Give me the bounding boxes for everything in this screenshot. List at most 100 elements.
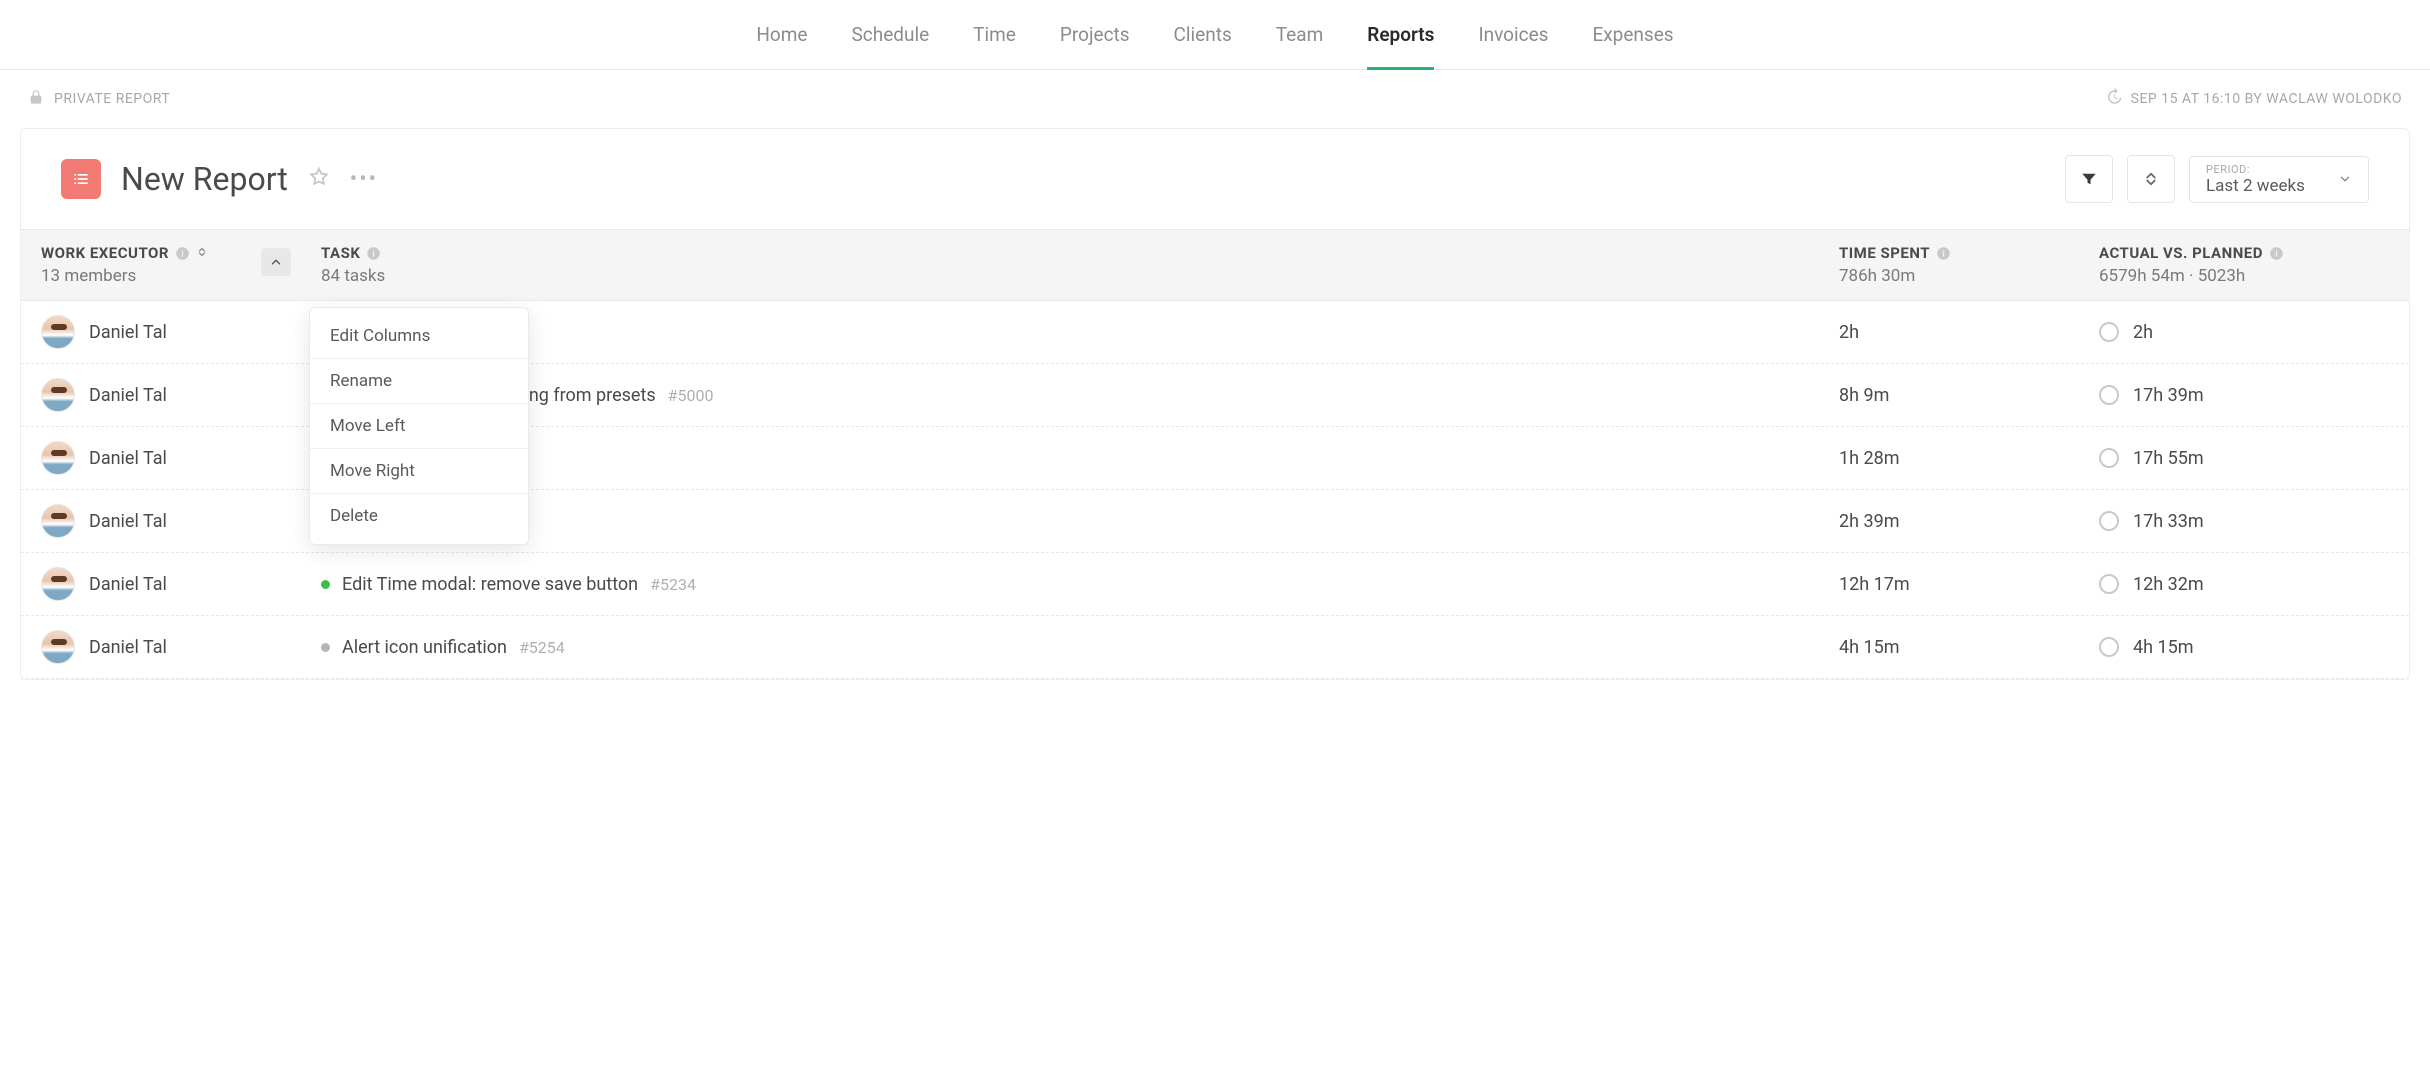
cell-actual-vs-planned: 2h (2099, 322, 2389, 343)
report-list-icon (61, 159, 101, 199)
info-icon (2269, 246, 2284, 261)
column-header-executor[interactable]: WORK EXECUTOR 13 members (41, 244, 321, 286)
avatar (41, 504, 75, 538)
meta-bar: PRIVATE REPORT SEP 15 AT 16:10 BY WACLAW… (0, 70, 2430, 128)
row-select-radio[interactable] (2099, 511, 2119, 531)
cell-executor: Daniel Tal (41, 441, 321, 475)
panel-header: New Report ••• PERIOD: Last 2 weeks (21, 129, 2409, 229)
actual-value: 2h (2133, 322, 2153, 343)
executor-name: Daniel Tal (89, 448, 167, 469)
column-label: WORK EXECUTOR (41, 244, 169, 262)
history-text: SEP 15 AT 16:10 BY WACLAW WOLODKO (2131, 91, 2402, 107)
cell-time-spent: 12h 17m (1839, 574, 2099, 595)
status-dot-icon (321, 643, 330, 652)
cell-time-spent: 1h 28m (1839, 448, 2099, 469)
nav-item-home[interactable]: Home (756, 0, 807, 70)
avatar (41, 567, 75, 601)
cell-time-spent: 4h 15m (1839, 637, 2099, 658)
cell-actual-vs-planned: 17h 33m (2099, 511, 2389, 532)
star-icon[interactable] (308, 166, 330, 192)
column-label: ACTUAL VS. PLANNED (2099, 244, 2263, 262)
executor-name: Daniel Tal (89, 637, 167, 658)
task-name: Alert icon unification (342, 637, 507, 658)
column-menu-item[interactable]: Delete (310, 494, 528, 538)
nav-item-schedule[interactable]: Schedule (852, 0, 930, 70)
cell-time-spent: 2h (1839, 322, 2099, 343)
avatar (41, 378, 75, 412)
cell-task: Alert icon unification #5254 (321, 637, 1839, 658)
info-icon (175, 246, 190, 261)
period-select[interactable]: PERIOD: Last 2 weeks (2189, 156, 2369, 203)
info-icon (1936, 246, 1951, 261)
actual-value: 4h 15m (2133, 637, 2194, 658)
cell-task: t 2#955 (321, 322, 1839, 343)
report-table: WORK EXECUTOR 13 members TASK 84 tasks (21, 229, 2409, 679)
column-menu-item[interactable]: Rename (310, 359, 528, 404)
actual-value: 17h 39m (2133, 385, 2204, 406)
actual-value: 17h 55m (2133, 448, 2204, 469)
cell-executor: Daniel Tal (41, 315, 321, 349)
table-header: WORK EXECUTOR 13 members TASK 84 tasks (21, 229, 2409, 301)
column-header-task[interactable]: TASK 84 tasks (321, 244, 1839, 286)
nav-item-clients[interactable]: Clients (1174, 0, 1232, 70)
task-id: #5000 (668, 386, 714, 405)
executor-name: Daniel Tal (89, 511, 167, 532)
row-select-radio[interactable] (2099, 322, 2119, 342)
column-header-time-spent[interactable]: TIME SPENT 786h 30m (1839, 244, 2099, 286)
cell-actual-vs-planned: 4h 15m (2099, 637, 2389, 658)
info-icon (366, 246, 381, 261)
row-select-radio[interactable] (2099, 637, 2119, 657)
column-menu-item[interactable]: Move Left (310, 404, 528, 449)
nav-item-reports[interactable]: Reports (1367, 0, 1434, 70)
cell-task: e columns#5036 (321, 448, 1839, 469)
actual-value: 17h 33m (2133, 511, 2204, 532)
executor-name: Daniel Tal (89, 385, 167, 406)
task-id: #5234 (650, 575, 696, 594)
sort-button[interactable] (2127, 155, 2175, 203)
task-id: #5254 (519, 638, 565, 657)
table-row[interactable]: Daniel Tal Alert icon unification #5254 4h … (21, 616, 2409, 679)
nav-item-team[interactable]: Team (1276, 0, 1324, 70)
avatar (41, 441, 75, 475)
column-header-actual-vs-planned[interactable]: ACTUAL VS. PLANNED 6579h 54m · 5023h (2099, 244, 2389, 286)
executor-name: Daniel Tal (89, 574, 167, 595)
avatar (41, 630, 75, 664)
column-label: TASK (321, 244, 360, 262)
task-name: Edit Time modal: remove save button (342, 574, 638, 595)
lock-icon (28, 89, 44, 109)
nav-item-invoices[interactable]: Invoices (1478, 0, 1548, 70)
cell-actual-vs-planned: 17h 55m (2099, 448, 2389, 469)
last-edited: SEP 15 AT 16:10 BY WACLAW WOLODKO (2105, 88, 2402, 110)
filter-button[interactable] (2065, 155, 2113, 203)
history-icon (2105, 88, 2123, 110)
column-menu-item[interactable]: Edit Columns (310, 314, 528, 359)
nav-item-projects[interactable]: Projects (1060, 0, 1130, 70)
column-summary: 6579h 54m · 5023h (2099, 266, 2389, 286)
privacy-label: PRIVATE REPORT (54, 91, 170, 107)
report-title: New Report (121, 160, 288, 198)
cell-executor: Daniel Tal (41, 567, 321, 601)
row-select-radio[interactable] (2099, 385, 2119, 405)
more-menu-icon[interactable]: ••• (350, 167, 378, 192)
column-summary: 84 tasks (321, 266, 1839, 286)
row-select-radio[interactable] (2099, 574, 2119, 594)
cell-time-spent: 2h 39m (1839, 511, 2099, 532)
cell-executor: Daniel Tal (41, 630, 321, 664)
cell-task: Edit Time modal: remove save button #5234 (321, 574, 1839, 595)
status-dot-icon (321, 580, 330, 589)
actual-value: 12h 32m (2133, 574, 2204, 595)
chevron-down-icon (2338, 172, 2352, 186)
period-label: PERIOD: (2206, 163, 2305, 176)
avatar (41, 315, 75, 349)
nav-item-expenses[interactable]: Expenses (1592, 0, 1673, 70)
table-row[interactable]: Daniel Tal Edit Time modal: remove save b… (21, 553, 2409, 616)
cell-executor: Daniel Tal (41, 504, 321, 538)
column-menu-trigger[interactable] (261, 248, 291, 276)
nav-item-time[interactable]: Time (973, 0, 1016, 70)
cell-task: hours instead of selecting from presets#… (321, 385, 1839, 406)
row-select-radio[interactable] (2099, 448, 2119, 468)
column-menu-item[interactable]: Move Right (310, 449, 528, 494)
executor-name: Daniel Tal (89, 322, 167, 343)
column-summary: 786h 30m (1839, 266, 2099, 286)
period-value: Last 2 weeks (2206, 176, 2305, 196)
